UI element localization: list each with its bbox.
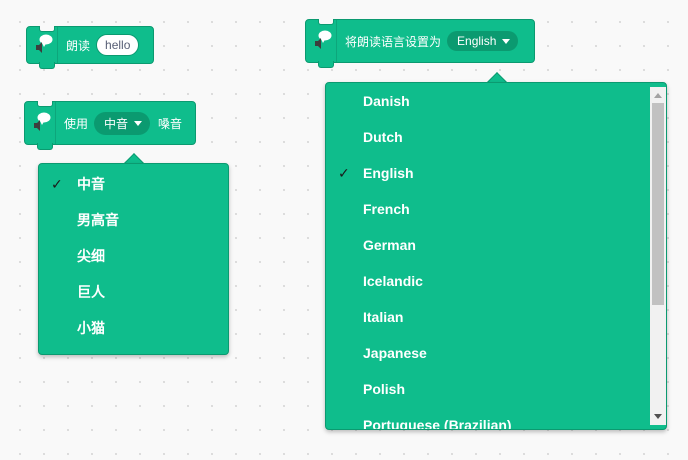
menu-item[interactable]: 小猫 [39, 310, 228, 346]
text2speech-icon [306, 20, 337, 62]
block-tab [39, 62, 55, 69]
menu-item[interactable]: 尖细 [39, 238, 228, 274]
language-dropdown[interactable]: English [447, 31, 519, 51]
menu-item-label: 尖细 [77, 248, 105, 264]
menu-item-label: French [363, 201, 410, 217]
chevron-down-icon [134, 120, 143, 126]
menu-item[interactable]: Italian [326, 299, 666, 335]
menu-item-label: Japanese [363, 345, 427, 361]
language-dropdown-value: English [457, 34, 497, 48]
menu-item[interactable]: Dutch [326, 119, 666, 155]
menu-item[interactable]: German [326, 227, 666, 263]
text2speech-icon [25, 102, 56, 144]
menu-item-label: Icelandic [363, 273, 423, 289]
menu-item-label: 男高音 [77, 212, 119, 228]
menu-item[interactable]: Japanese [326, 335, 666, 371]
voice-dropdown-value: 中音 [104, 116, 129, 131]
set-voice-block[interactable]: 使用 中音 嗓音 [24, 101, 196, 150]
language-menu-scrollbar[interactable] [650, 87, 666, 425]
menu-item-label: Portuguese (Brazilian) [363, 417, 512, 430]
menu-item-label: Danish [363, 93, 410, 109]
speak-block[interactable]: 朗读 hello [26, 26, 154, 69]
language-dropdown-menu: Danish Dutch ✓ English French German Icelandic… [325, 82, 667, 430]
chevron-down-icon [502, 38, 511, 44]
menu-item-label: Italian [363, 309, 404, 325]
check-icon: ✓ [51, 176, 63, 192]
scrollbar-thumb[interactable] [652, 103, 664, 305]
menu-item-label: 中音 [77, 176, 105, 192]
menu-item[interactable]: ✓ 中音 [39, 166, 228, 202]
menu-item[interactable]: Icelandic [326, 263, 666, 299]
voice-dropdown[interactable]: 中音 [94, 111, 151, 135]
voice-label-after: 嗓音 [158, 116, 183, 131]
menu-item[interactable]: French [326, 191, 666, 227]
scroll-down-arrow-icon[interactable] [654, 414, 662, 419]
text2speech-icon [27, 27, 58, 63]
set-language-block[interactable]: 将朗读语言设置为 English [305, 19, 535, 68]
check-icon: ✓ [338, 165, 350, 181]
menu-item-label: 巨人 [77, 284, 105, 300]
menu-item-label: 小猫 [77, 320, 105, 336]
voice-label-before: 使用 [64, 116, 89, 131]
menu-item-label: English [363, 165, 414, 181]
menu-item-label: German [363, 237, 416, 253]
menu-item[interactable]: Danish [326, 83, 666, 119]
menu-item-label: Dutch [363, 129, 403, 145]
block-tab [318, 61, 334, 68]
speak-text-input[interactable]: hello [96, 34, 140, 56]
menu-item[interactable]: 男高音 [39, 202, 228, 238]
menu-item[interactable]: 巨人 [39, 274, 228, 310]
scroll-up-arrow-icon[interactable] [654, 93, 662, 98]
menu-item-label: Polish [363, 381, 406, 397]
language-label: 将朗读语言设置为 [345, 34, 442, 49]
menu-item[interactable]: Polish [326, 371, 666, 407]
speak-label: 朗读 [66, 38, 91, 53]
menu-item[interactable]: Portuguese (Brazilian) [326, 407, 666, 430]
block-tab [37, 143, 53, 150]
menu-item[interactable]: ✓ English [326, 155, 666, 191]
voice-dropdown-menu: ✓ 中音男高音尖细巨人小猫 [38, 163, 229, 355]
